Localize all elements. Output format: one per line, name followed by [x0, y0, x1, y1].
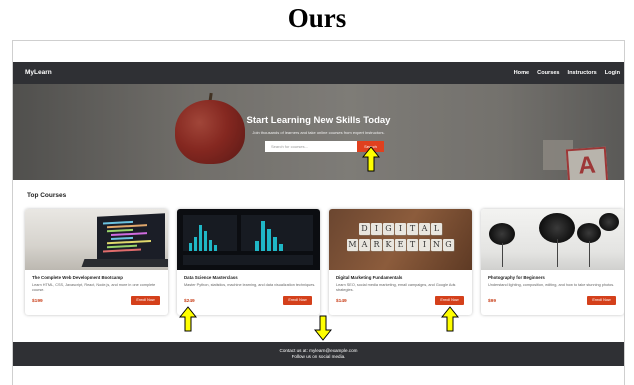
hero-subtitle: Join thousands of learners and take onli…: [252, 130, 385, 135]
down-arrow-icon: [314, 315, 332, 341]
course-image-photo-studio: [481, 209, 624, 270]
brand-logo[interactable]: MyLearn: [25, 62, 52, 84]
enroll-button[interactable]: Enroll Now: [131, 296, 160, 305]
hero-title: Start Learning New Skills Today: [246, 115, 391, 126]
hero-banner: A Start Learning New Skills Today Join t…: [13, 84, 624, 180]
up-arrow-icon: [179, 306, 197, 332]
course-title: The Complete Web Development Bootcamp: [32, 275, 123, 280]
search-input[interactable]: Search for courses...: [265, 141, 357, 152]
course-price: $249: [184, 299, 195, 304]
footer-contact: Contact us at: mylearn@example.com: [279, 348, 358, 353]
course-title: Data Science Masterclass: [184, 275, 238, 280]
enroll-button[interactable]: Enroll Now: [587, 296, 616, 305]
course-title: Digital Marketing Fundamentals: [336, 275, 403, 280]
nav-link-login[interactable]: Login: [605, 62, 620, 84]
nav-links: Home Courses Instructors Login: [514, 62, 620, 84]
course-card-web-dev: The Complete Web Development Bootcamp Le…: [25, 209, 168, 315]
enroll-button[interactable]: Enroll Now: [283, 296, 312, 305]
course-description: Master Python, statistics, machine learn…: [184, 283, 316, 287]
course-price: $99: [488, 299, 497, 304]
course-card-photography: Photography for Beginners Understand lig…: [481, 209, 624, 315]
footer-social: Follow us on social media.: [291, 354, 346, 359]
course-image-laptop: [25, 209, 168, 270]
course-title: Photography for Beginners: [488, 275, 545, 280]
course-image-dashboard: [177, 209, 320, 270]
section-title: Top Courses: [27, 192, 67, 199]
figure-caption: Ours: [287, 3, 347, 33]
course-description: Understand lighting, composition, editin…: [488, 283, 615, 287]
course-card-digital-marketing: D I G I T A L M A R K E T I N G Digital …: [329, 209, 472, 315]
course-description: Learn SEO, social media marketing, email…: [336, 283, 456, 292]
nav-link-home[interactable]: Home: [514, 62, 530, 84]
course-card-data-science: Data Science Masterclass Master Python, …: [177, 209, 320, 315]
course-image-marketing-tiles: D I G I T A L M A R K E T I N G: [329, 209, 472, 270]
up-arrow-icon: [362, 146, 380, 172]
course-description: Learn HTML, CSS, Javascript, React, Node…: [32, 283, 156, 292]
navbar: MyLearn Home Courses Instructors Login: [13, 62, 624, 84]
enroll-button[interactable]: Enroll Now: [435, 296, 464, 305]
nav-link-instructors[interactable]: Instructors: [568, 62, 597, 84]
footer: Contact us at: mylearn@example.com Follo…: [13, 342, 624, 366]
course-price: $149: [336, 299, 347, 304]
nav-link-courses[interactable]: Courses: [537, 62, 559, 84]
course-price: $199: [32, 299, 43, 304]
up-arrow-icon: [441, 306, 459, 332]
